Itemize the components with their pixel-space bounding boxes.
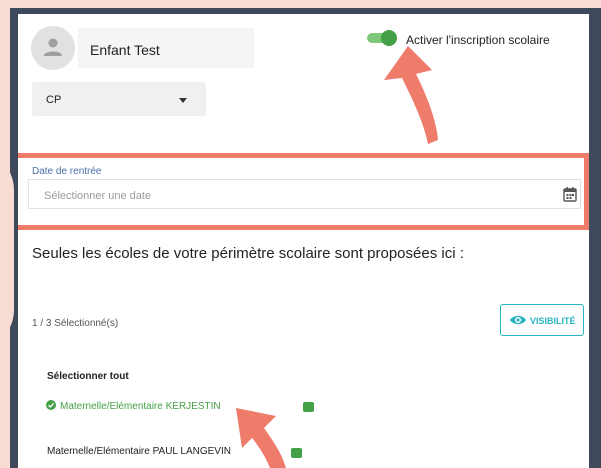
selection-count: 1 / 3 Sélectionné(s) [32, 318, 119, 329]
annotation-arrow-icon [236, 408, 286, 468]
child-name: Enfant Test [90, 42, 160, 58]
annotation-arrow-icon [384, 46, 438, 144]
date-placeholder: Sélectionner une date [44, 190, 152, 202]
school-option-label: Maternelle/Elémentaire KERJESTIN [60, 401, 221, 412]
caret-down-icon [179, 98, 187, 103]
grade-select-value: CP [46, 94, 62, 106]
school-option-label[interactable]: Maternelle/Elémentaire PAUL LANGEVIN [47, 446, 231, 457]
select-all-link[interactable]: Sélectionner tout [47, 371, 129, 382]
decorative-shape [0, 150, 14, 350]
grade-select[interactable]: CP [32, 82, 206, 116]
enrollment-panel: Enfant Test Activer l'inscription scolai… [18, 14, 589, 468]
perimeter-notice: Seules les écoles de votre périmètre sco… [32, 245, 464, 262]
calendar-icon[interactable] [563, 187, 577, 202]
visibility-button[interactable]: VISIBILITÉ [500, 304, 584, 336]
eye-icon [510, 315, 526, 325]
date-input[interactable]: Sélectionner une date [28, 179, 581, 209]
visibility-button-label: VISIBILITÉ [530, 316, 576, 326]
check-circle-icon [46, 400, 56, 410]
avatar [31, 26, 75, 70]
date-field-label: Date de rentrée [32, 166, 102, 177]
person-icon [44, 38, 62, 56]
